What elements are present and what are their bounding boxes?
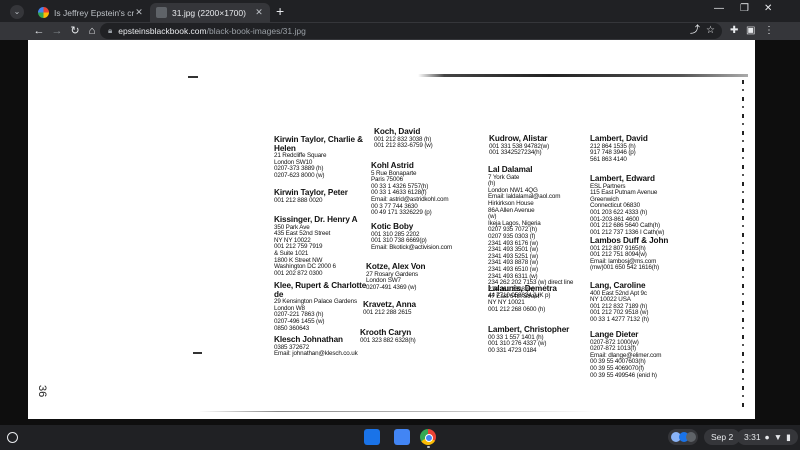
back-arrow-icon[interactable]: ← (32, 24, 46, 38)
date-pill[interactable]: Sep 2 (704, 429, 741, 445)
entry-line: 00 33 1 4277 7132 (h) (590, 315, 649, 323)
restore-icon[interactable]: ❐ (740, 3, 749, 14)
tab-title: Is Jeffrey Epstein's crime syndi (54, 7, 134, 18)
address-entry: Krooth Caryn 001 323 882 6328(h) (360, 328, 460, 344)
entry-line: 001 212 832-6759 (w) (374, 142, 433, 150)
address-entry: Kudrow, Alistar 001 331 538 94782(w) 001 3… (489, 134, 587, 157)
page-number: 36 (36, 385, 48, 398)
side-panel-icon[interactable]: ▣ (746, 24, 755, 38)
tab-search-button[interactable]: ⌄ (10, 5, 24, 19)
entry-name: Klee, Rupert & Charlotte de (274, 281, 367, 299)
address-entry: Koch, David 001 212 832 3038 (h) 001 212 8… (374, 127, 472, 150)
scan-edge-specks (742, 80, 744, 410)
address-entry: Lang, Caroline 400 East 52nd Apt 9c NY 100… (590, 281, 690, 324)
entry-line: 001 323 882 6328(h) (360, 336, 416, 344)
status-area[interactable]: 3:31 ● ▼ ▮ (737, 429, 798, 445)
browser-toolbar: ← → ↻ ⌂ 🔒︎ epsteinsblackbook.com/black-b… (0, 22, 800, 40)
entry-line: Email: johnathan@klesch.co.uk (274, 350, 358, 358)
minimize-icon[interactable]: — (714, 3, 724, 14)
battery-icon: ▮ (786, 432, 791, 442)
entry-line: 0207-623 8000 (w) (274, 171, 325, 179)
entry-line: 00 49 171 3326229 (p) (371, 209, 432, 217)
address-entry: Kotze, Alex Von 27 Rosary Gardens London S… (366, 262, 466, 291)
entry-line: 561 863 4140 (590, 155, 627, 163)
menu-kebab-icon[interactable]: ⋮ (764, 24, 774, 38)
files-app-icon[interactable] (364, 429, 380, 445)
entry-line: 86A Allen Avenue (488, 206, 535, 214)
address-entry: Klesch Johnathan 0385 372672 Email: johnat… (274, 335, 374, 358)
browser-viewport: Kirwin Taylor, Charlie & Helen 21 Redclif… (0, 40, 800, 425)
address-entry: Klee, Rupert & Charlotte de 29 Kensington… (274, 281, 374, 332)
address-entry: Lambert, Edward ESL Partners 115 East Putn… (590, 174, 690, 236)
reload-icon[interactable]: ↻ (68, 24, 82, 38)
address-entry: Lal Dalamal 7 York Gate (h) London NW1 4QG E… (488, 165, 586, 300)
tab-title: 31.jpg (2200×1700) (172, 7, 246, 18)
wifi-icon: ▼ (773, 432, 783, 442)
address-path: /black-book-images/31.jpg (206, 26, 306, 36)
tab-epstein-article[interactable]: Is Jeffrey Epstein's crime syndi ✕ (32, 3, 150, 22)
address-entry: Kotic Boby 001 310 285 2202 001 310 738 66… (371, 222, 471, 251)
tab-strip: ⌄ Is Jeffrey Epstein's crime syndi ✕ 31.… (0, 0, 800, 22)
scan-mark (193, 352, 202, 354)
address-host: epsteinsblackbook.com (118, 26, 207, 36)
address-entry: Kissinger, Dr. Henry A 350 Park Ave 435 Ea… (274, 215, 374, 277)
address-entry: Kohl Astrid 5 Rue Bonaparte Paris 75006 00 … (371, 161, 471, 217)
entry-line: Email: Bkotick@activision.com (371, 243, 453, 251)
entry-line: 7 York Gate (488, 173, 520, 181)
chevron-down-icon: ⌄ (13, 7, 21, 16)
forward-arrow-icon[interactable]: → (50, 24, 64, 38)
close-window-icon[interactable]: ✕ (764, 3, 772, 14)
share-icon[interactable]: ⤴ (690, 24, 700, 38)
notification-icon: ● (764, 432, 770, 442)
clock-time: 3:31 (744, 432, 761, 442)
launcher-circle-icon[interactable] (7, 432, 18, 443)
close-icon[interactable]: ✕ (254, 7, 264, 18)
scan-mark (188, 76, 198, 78)
tab-image-31[interactable]: 31.jpg (2200×1700) ✕ (150, 3, 270, 22)
address-entry: Lalaunis, Demetra 47 East 64th Street NY N… (488, 284, 586, 313)
scan-streak (418, 74, 748, 77)
tray-app-icons[interactable] (668, 429, 698, 445)
entry-line: 001 212 268 0600 (h) (488, 305, 546, 313)
entry-line: 001 212 288 2615 (363, 308, 412, 316)
os-shelf: Sep 2 3:31 ● ▼ ▮ (0, 425, 800, 450)
address-entry: Lambert, Christopher 00 33 1 557 1401 (h)… (488, 325, 588, 354)
extensions-puzzle-icon[interactable]: ✚ (730, 24, 738, 38)
scanned-address-book-page: Kirwin Taylor, Charlie & Helen 21 Redclif… (28, 40, 755, 419)
address-bar[interactable]: 🔒︎ epsteinsblackbook.com/black-book-imag… (100, 23, 722, 39)
entry-line: 0850 360643 (274, 324, 310, 332)
new-tab-button[interactable]: + (276, 4, 284, 18)
close-icon[interactable]: ✕ (134, 7, 144, 18)
scan-streak (198, 411, 598, 412)
address-entry: Lange Dieter 0207-872 1000(w) 0207-872 101… (590, 330, 690, 379)
home-icon[interactable]: ⌂ (85, 24, 99, 38)
entry-line: 0207-491 4369 (w) (366, 283, 417, 291)
entry-line: 001 212 888 0020 (274, 196, 323, 204)
entry-line: 00 331 4723 0184 (488, 346, 537, 354)
address-entry: Kirwin Taylor, Peter 001 212 888 0020 (274, 188, 374, 204)
docs-app-icon[interactable] (394, 429, 410, 445)
address-entry: Lambert, David 212 864 1535 (h) 917 748 39… (590, 134, 690, 163)
image-favicon-icon (156, 7, 167, 18)
address-entry: Kirwin Taylor, Charlie & Helen 21 Redclif… (274, 135, 374, 180)
entry-line: (mw)001 650 542 1616(h) (590, 264, 660, 272)
entry-name: Kirwin Taylor, Charlie & Helen (274, 135, 363, 153)
address-entry: Lambos Duff & John 001 212 807 9165(h) 001… (590, 236, 700, 272)
entry-line: 001 202 872 0300 (274, 269, 323, 277)
entry-line: 00 39 55 499546 (enid h) (590, 371, 657, 379)
chrome-app-icon[interactable] (420, 429, 436, 445)
entry-line: 001 3342527234(h) (489, 149, 542, 157)
bookmark-star-icon[interactable]: ☆ (706, 24, 715, 38)
tray-app-icon (686, 432, 696, 442)
address-entry: Kravetz, Anna 001 212 288 2615 (363, 300, 463, 316)
google-favicon-icon (38, 7, 49, 18)
lock-icon[interactable]: 🔒︎ (108, 26, 112, 36)
running-indicator (427, 446, 430, 448)
